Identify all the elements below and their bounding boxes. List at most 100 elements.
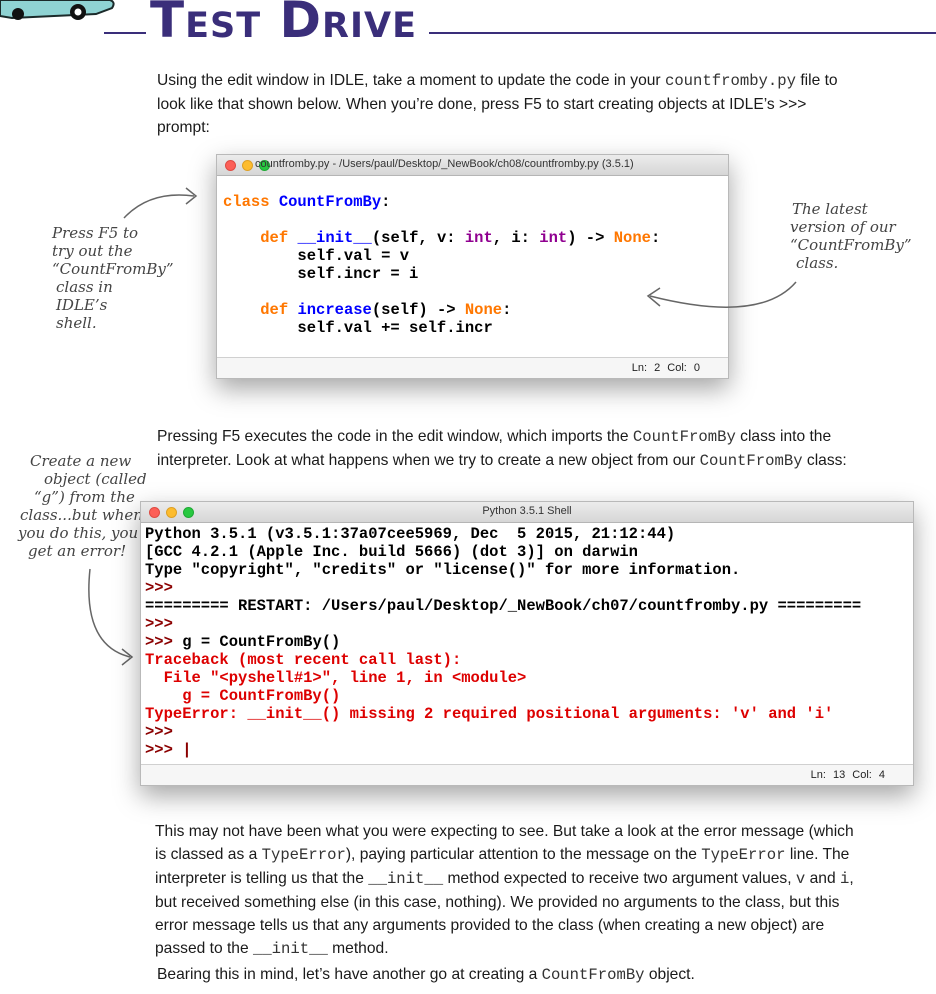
middle-paragraph: Pressing F5 executes the code in the edi… bbox=[157, 425, 867, 473]
explanation-code: __init__ bbox=[368, 870, 444, 888]
shell-input-line: >>> g = CountFromBy() bbox=[145, 633, 861, 651]
middle-text-1: Pressing F5 executes the code in the edi… bbox=[157, 428, 633, 445]
type-error-line: TypeError: __init__() missing 2 required… bbox=[145, 705, 834, 723]
code-token: CountFromBy bbox=[278, 193, 382, 211]
minimize-window-button[interactable] bbox=[242, 160, 253, 171]
annotation-line: class...but when bbox=[20, 506, 143, 524]
shell-line: Python 3.5.1 (v3.5.1:37a07cee5969, Dec 5… bbox=[145, 525, 676, 543]
shell-line: Type "copyright", "credits" or "license(… bbox=[145, 561, 741, 579]
header: Test Drive bbox=[0, 0, 936, 52]
explanation-code: TypeError bbox=[701, 846, 786, 864]
annotation-line: “CountFromBy” bbox=[790, 236, 912, 254]
shell-window: Python 3.5.1 Shell Python 3.5.1 (v3.5.1:… bbox=[140, 501, 914, 786]
intro-code-filename: countfromby.py bbox=[664, 72, 796, 90]
explanation-text: method. bbox=[327, 940, 389, 957]
annotation-line: version of our bbox=[790, 218, 896, 236]
shell-line: [GCC 4.2.1 (Apple Inc. build 5666) (dot … bbox=[145, 543, 638, 561]
intro-text-1: Using the edit window in IDLE, take a mo… bbox=[157, 72, 665, 89]
code-line-5: def increase(self) -> None: bbox=[223, 301, 660, 319]
explanation-text: and bbox=[805, 870, 840, 887]
editor-cursor-position: Ln: 2 Col: 0 bbox=[631, 362, 700, 374]
editor-titlebar[interactable]: countfromby.py - /Users/paul/Desktop/_Ne… bbox=[217, 155, 728, 176]
editor-title: countfromby.py - /Users/paul/Desktop/_Ne… bbox=[255, 158, 634, 170]
header-rule-right bbox=[429, 32, 936, 34]
shell-statusbar: Ln: 13 Col: 4 bbox=[141, 764, 913, 785]
code-blank bbox=[223, 211, 660, 229]
code-token: : bbox=[502, 301, 512, 319]
code-token: def bbox=[260, 301, 298, 319]
shell-titlebar[interactable]: Python 3.5.1 Shell bbox=[141, 502, 913, 523]
code-token: None bbox=[464, 301, 503, 319]
traceback-line: Traceback (most recent call last): bbox=[145, 651, 462, 669]
traceback-line: File "<pyshell#1>", line 1, in <module> bbox=[145, 669, 527, 687]
code-token: (self, v: bbox=[371, 229, 465, 247]
explanation-text: ), paying particular attention to the me… bbox=[345, 846, 702, 863]
editor-code-area[interactable]: class CountFromBy: def __init__(self, v:… bbox=[223, 193, 660, 337]
annotation-line: The latest bbox=[792, 200, 868, 218]
code-token: : bbox=[381, 193, 391, 211]
closing-paragraph: Bearing this in mind, let’s have another… bbox=[157, 963, 867, 987]
annotation-press-f5: Press F5 to try out the “CountFromBy” cl… bbox=[52, 224, 174, 332]
shell-input: g = CountFromBy() bbox=[182, 633, 341, 651]
code-token: __init__ bbox=[297, 229, 372, 247]
explanation-code: i bbox=[839, 870, 850, 888]
annotation-create-object: Create a new object (called “g”) from th… bbox=[18, 452, 148, 560]
shell-cursor-position: Ln: 13 Col: 4 bbox=[810, 769, 885, 781]
code-token: ) -> bbox=[567, 229, 614, 247]
code-line-4: self.incr = i bbox=[223, 265, 419, 283]
code-token: , i: bbox=[492, 229, 540, 247]
explanation-code: __init__ bbox=[252, 940, 328, 958]
code-token: class bbox=[223, 193, 279, 211]
annotation-line: shell. bbox=[56, 314, 97, 332]
annotation-line: “CountFromBy” bbox=[52, 260, 174, 278]
editor-window: countfromby.py - /Users/paul/Desktop/_Ne… bbox=[216, 154, 729, 379]
annotation-latest-version: The latest version of our “CountFromBy” … bbox=[790, 200, 920, 272]
annotation-line: Press F5 to bbox=[52, 224, 139, 242]
annotation-line: “g”) from the bbox=[34, 488, 135, 506]
car-icon bbox=[0, 0, 115, 20]
code-token: def bbox=[260, 229, 298, 247]
explanation-paragraph: This may not have been what you were exp… bbox=[155, 820, 865, 961]
shell-prompt: >>> bbox=[145, 633, 183, 651]
closing-code: CountFromBy bbox=[541, 966, 645, 984]
annotation-line: Create a new bbox=[30, 452, 132, 470]
traceback-line: g = CountFromBy() bbox=[145, 687, 341, 705]
code-token: int bbox=[464, 229, 493, 247]
editor-statusbar: Ln: 2 Col: 0 bbox=[217, 357, 728, 378]
arrow-create-object bbox=[88, 568, 134, 666]
explanation-code: v bbox=[795, 870, 806, 888]
arrow-press-f5 bbox=[123, 187, 198, 219]
intro-paragraph: Using the edit window in IDLE, take a mo… bbox=[157, 69, 847, 139]
code-token: (self) -> bbox=[371, 301, 465, 319]
shell-prompt: >>> bbox=[145, 615, 173, 633]
annotation-line: you do this, you bbox=[18, 524, 139, 542]
explanation-code: TypeError bbox=[261, 846, 346, 864]
arrow-latest-version bbox=[646, 281, 797, 308]
closing-text-2: object. bbox=[644, 966, 695, 983]
annotation-line: object (called bbox=[44, 470, 147, 488]
middle-text-3: class: bbox=[802, 452, 847, 469]
header-rule-left bbox=[104, 32, 146, 34]
code-line-2: def __init__(self, v: int, i: int) -> No… bbox=[223, 229, 660, 247]
middle-code-2: CountFromBy bbox=[699, 452, 803, 470]
shell-output-area[interactable]: Python 3.5.1 (v3.5.1:37a07cee5969, Dec 5… bbox=[145, 525, 861, 759]
shell-prompt: >>> bbox=[145, 579, 173, 597]
shell-restart-line: ========= RESTART: /Users/paul/Desktop/_… bbox=[145, 597, 862, 615]
code-token: increase bbox=[297, 301, 372, 319]
annotation-line: class in IDLE’s bbox=[56, 278, 113, 314]
annotation-line: get an error! bbox=[28, 542, 127, 560]
middle-code-1: CountFromBy bbox=[632, 428, 736, 446]
annotation-line: class. bbox=[796, 254, 839, 272]
close-window-button[interactable] bbox=[225, 160, 236, 171]
code-line-3: self.val = v bbox=[223, 247, 410, 265]
annotation-line: try out the bbox=[52, 242, 133, 260]
code-line-6: self.val += self.incr bbox=[223, 319, 493, 337]
shell-active-prompt[interactable]: >>> | bbox=[145, 741, 861, 759]
code-token: : bbox=[650, 229, 661, 247]
shell-title: Python 3.5.1 Shell bbox=[482, 505, 572, 517]
page-title: Test Drive bbox=[150, 0, 417, 49]
code-token: None bbox=[613, 229, 651, 247]
shell-prompt: >>> bbox=[145, 723, 173, 741]
